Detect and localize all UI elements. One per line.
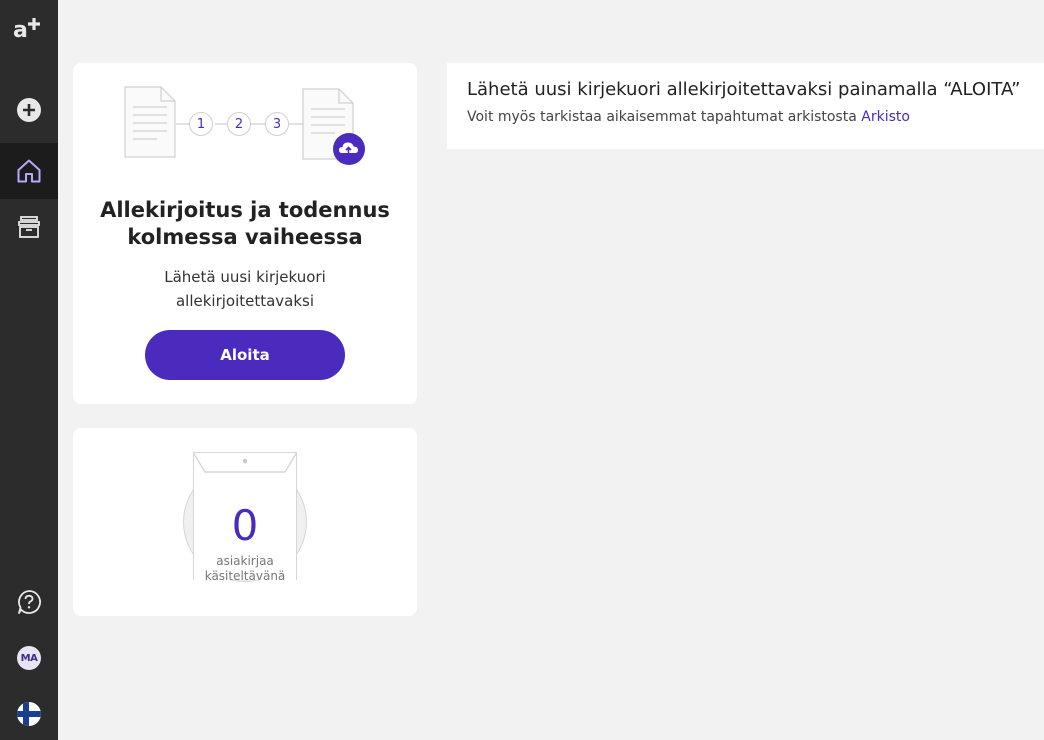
step-number: 1 (196, 116, 206, 132)
archive-icon (18, 216, 40, 238)
start-button[interactable]: Aloita (145, 330, 345, 380)
pending-label-line1: asiakirjaa (216, 554, 274, 568)
step-number: 3 (272, 116, 282, 132)
finland-flag-icon (17, 702, 41, 726)
app-logo[interactable]: a (12, 12, 46, 46)
card-title: Allekirjoitus ja todennus kolmessa vaihe… (73, 197, 417, 251)
avatar: MA (17, 646, 41, 670)
card-title-line1: Allekirjoitus ja todennus (100, 198, 390, 222)
info-text: Voit myös tarkistaa aikaisemmat tapahtum… (467, 107, 1044, 127)
help-button[interactable] (0, 574, 58, 630)
envelope-illustration: 0 asiakirjaa käsiteltävänä (182, 450, 308, 584)
language-selector[interactable] (0, 686, 58, 740)
svg-text:a: a (13, 18, 28, 43)
logo-icon: a (13, 18, 40, 43)
sidebar: a MA (0, 0, 58, 740)
pending-label-line2: käsiteltävänä (204, 569, 286, 583)
user-menu[interactable]: MA (0, 630, 58, 686)
sidebar-item-new[interactable] (0, 82, 58, 138)
pending-label: asiakirjaa käsiteltävänä (182, 554, 308, 584)
card-subtitle-line2: allekirjoitettavaksi (175, 292, 315, 310)
pending-documents-card: 0 asiakirjaa käsiteltävänä (73, 428, 417, 616)
info-title: Lähetä uusi kirjekuori allekirjoitettava… (467, 79, 1021, 100)
card-subtitle-line1: Lähetä uusi kirjekuori (164, 268, 326, 286)
step-3: 3 (265, 112, 289, 136)
step-number: 2 (234, 116, 244, 132)
step-1: 1 (189, 112, 213, 136)
info-panel: Lähetä uusi kirjekuori allekirjoitettava… (447, 63, 1044, 149)
archive-link[interactable]: Arkisto (861, 109, 910, 125)
plus-circle-icon (17, 98, 41, 122)
info-text-body: Voit myös tarkistaa aikaisemmat tapahtum… (467, 109, 857, 125)
document-upload-icon (302, 88, 365, 165)
card-title-line2: kolmessa vaiheessa (127, 225, 363, 249)
sidebar-item-home[interactable] (0, 143, 58, 199)
card-subtitle: Lähetä uusi kirjekuori allekirjoitettava… (123, 265, 367, 313)
question-circle-icon (18, 590, 41, 614)
pending-count: 0 (231, 501, 259, 550)
steps-card: 1 2 3 Allekirjoitus ja todennus kolmessa… (73, 63, 417, 404)
step-2: 2 (227, 112, 251, 136)
sidebar-item-archive[interactable] (0, 199, 58, 255)
home-icon (17, 159, 41, 183)
envelope-flap-icon (193, 452, 297, 473)
